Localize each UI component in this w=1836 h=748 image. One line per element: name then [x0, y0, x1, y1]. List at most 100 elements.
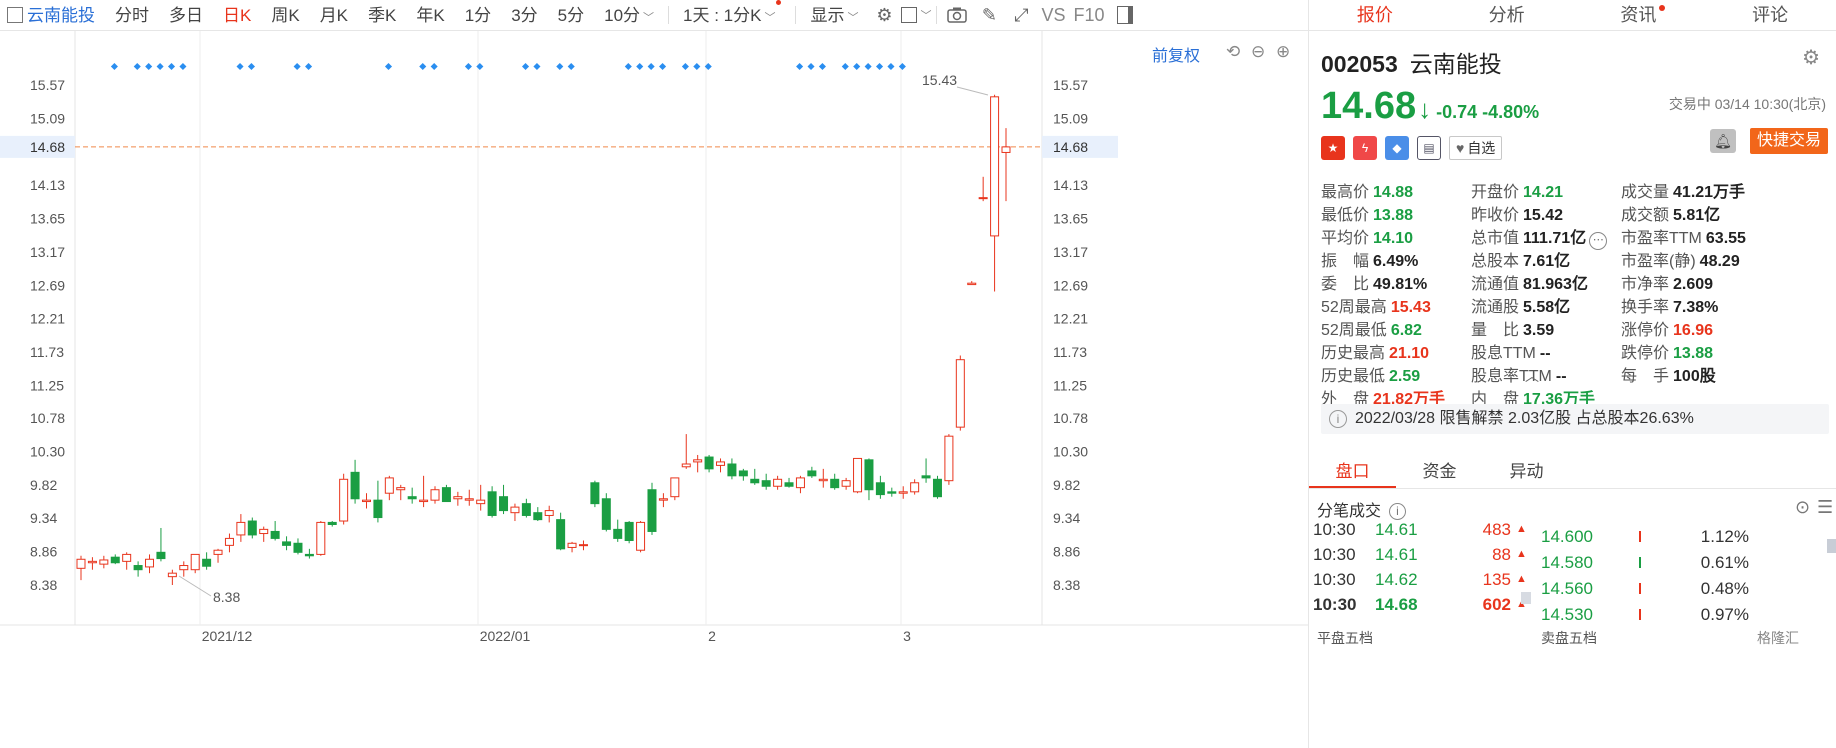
gear-icon[interactable]: ⚙ [1802, 45, 1820, 70]
layout-icon[interactable]: ﹀ [900, 0, 932, 31]
stat-label: 总股本 [1471, 253, 1520, 270]
tab-quote[interactable]: 报价 [1309, 0, 1441, 30]
period-10min[interactable]: 10分 ﹀ [594, 0, 664, 31]
event-marker [807, 62, 815, 71]
period-daily-k[interactable]: 日K [213, 0, 261, 31]
panel-tabs: 报价 分析 资讯 评论 [1309, 0, 1836, 31]
trade-row: 10:30 14.68 602 ▲ [1309, 592, 1836, 617]
stat-cell: 市盈率TTM 63.55 [1621, 224, 1746, 247]
candle-body [293, 542, 303, 553]
stat-cell: 成交量 41.21万手 [1621, 178, 1745, 201]
pen-icon[interactable]: ✎ [973, 0, 1005, 31]
event-marker [659, 62, 667, 71]
candle-body [327, 521, 337, 525]
adjust-button[interactable]: 前复权 [1152, 42, 1200, 66]
period-quarterly-k[interactable]: 季K [358, 0, 406, 31]
bell-icon[interactable]: 🔔︎ [1710, 129, 1736, 153]
stat-value: -- [1555, 368, 1567, 385]
tab-comments[interactable]: 评论 [1704, 0, 1836, 30]
notification-dot [776, 0, 782, 5]
tab-movement[interactable]: 异动 [1483, 457, 1570, 488]
lightning-icon[interactable]: ϟ [1353, 136, 1377, 160]
period-intraday[interactable]: 分时 [105, 0, 159, 31]
candle-body [476, 499, 486, 505]
panel-toggle-icon[interactable] [1109, 0, 1141, 31]
list-icon[interactable]: ☰ [1817, 497, 1833, 518]
tab-analysis[interactable]: 分析 [1441, 0, 1573, 30]
add-watchlist-button[interactable]: ♥ 自选 [1449, 136, 1503, 160]
china-flag-icon[interactable]: ★ [1321, 136, 1345, 160]
candle-body [750, 478, 760, 484]
candle-body [567, 542, 577, 548]
book-icon[interactable]: ▤ [1417, 136, 1441, 160]
f10-button[interactable]: F10 [1069, 0, 1108, 31]
candle-body [841, 480, 851, 487]
period-weekly-k[interactable]: 周K [261, 0, 309, 31]
stat-cell: 股息TTM -- [1471, 339, 1621, 362]
trade-volume: 88 [1492, 545, 1511, 564]
stat-cell: 振 幅 6.49% [1321, 247, 1471, 270]
tab-capital[interactable]: 资金 [1396, 457, 1483, 488]
tab-news[interactable]: 资讯 [1573, 0, 1705, 30]
scrollbar[interactable] [1827, 539, 1836, 553]
info-icon[interactable]: i [1389, 503, 1407, 521]
candle-body [556, 519, 566, 550]
candle-body [658, 498, 668, 501]
fullscreen-icon[interactable]: ⤢ [1005, 0, 1037, 31]
stock-name-tab[interactable]: 云南能投 [23, 0, 105, 31]
more-icon[interactable]: ⊙ [1795, 497, 1810, 518]
event-marker [898, 62, 906, 71]
chevron-up-icon[interactable]: ︿ [1525, 366, 1539, 386]
unlock-notice[interactable]: i 2022/03/28 限售解禁 2.03亿股 占总股本26.63% [1321, 404, 1829, 434]
stat-label: 市盈率TTM [1621, 230, 1702, 247]
interval-select-label: 1天 : 1分K [683, 5, 762, 25]
y-tick-label-left: 11.73 [30, 344, 64, 360]
high-price-label: 15.43 [922, 72, 957, 88]
kline-chart[interactable]: 2021/12 2022/01 2 3 15.57 15.57 15.09 15.09 14.1… [0, 31, 1308, 748]
heart-icon: ♥ [1456, 140, 1465, 156]
camera-icon[interactable] [941, 0, 973, 31]
event-marker [681, 62, 689, 71]
stat-value: 48.29 [1699, 253, 1740, 270]
event-marker [693, 62, 701, 71]
vs-button[interactable]: VS [1037, 0, 1069, 31]
period-3min[interactable]: 3分 [501, 0, 547, 31]
stat-value: 13.88 [1673, 345, 1714, 362]
fast-trade-button[interactable]: 快捷交易 [1750, 128, 1828, 154]
period-yearly-k[interactable]: 年K [406, 0, 454, 31]
event-marker [145, 62, 153, 71]
event-marker [236, 62, 244, 71]
event-marker [887, 62, 895, 71]
low-price-label: 8.38 [213, 589, 240, 605]
y-tick-label-right: 8.38 [1053, 577, 1080, 593]
current-price-label-right: 14.68 [1053, 139, 1088, 155]
low-leader-line [178, 575, 212, 597]
x-tick-label: 2 [708, 628, 716, 644]
tag-icon[interactable]: ◆ [1385, 136, 1409, 160]
period-5min[interactable]: 5分 [548, 0, 594, 31]
trades-title-label: 分笔成交 [1317, 503, 1382, 520]
stat-value: -- [1539, 345, 1551, 362]
stats-row: 最低价 13.88 昨收价 15.42 成交额 5.81亿 [1321, 201, 1831, 224]
stat-label: 股息TTM [1471, 345, 1536, 362]
stat-cell: 总市值 111.71亿 ⋯ [1471, 224, 1621, 250]
candle-body [499, 496, 509, 512]
settings-icon[interactable]: ⚙ [868, 0, 900, 31]
display-menu[interactable]: 显示 ﹀ [800, 0, 868, 31]
zoom-in-icon[interactable]: ⊕ [1276, 42, 1290, 62]
stat-cell: 流通股 5.58亿 [1471, 293, 1621, 316]
interval-select[interactable]: 1天 : 1分K ﹀ [673, 0, 791, 31]
undo-icon[interactable]: ⟲ [1226, 42, 1240, 62]
period-monthly-k[interactable]: 月K [310, 0, 358, 31]
stats-row: 平均价 14.10 总市值 111.71亿 ⋯ 市盈率TTM 63.55 [1321, 224, 1831, 250]
stats-row: 振 幅 6.49% 总股本 7.61亿 市盈率(静) 48.29 [1321, 247, 1831, 270]
period-1min[interactable]: 1分 [455, 0, 501, 31]
stat-value: 15.42 [1523, 207, 1564, 224]
period-multiday[interactable]: 多日 [159, 0, 213, 31]
zoom-out-icon[interactable]: ⊖ [1251, 42, 1265, 62]
candle-body [202, 558, 212, 567]
stat-value: 41.21万手 [1673, 184, 1746, 201]
select-checkbox[interactable] [7, 7, 23, 23]
tab-order-book[interactable]: 盘口 [1309, 457, 1396, 488]
stat-value: 5.58亿 [1523, 299, 1571, 316]
